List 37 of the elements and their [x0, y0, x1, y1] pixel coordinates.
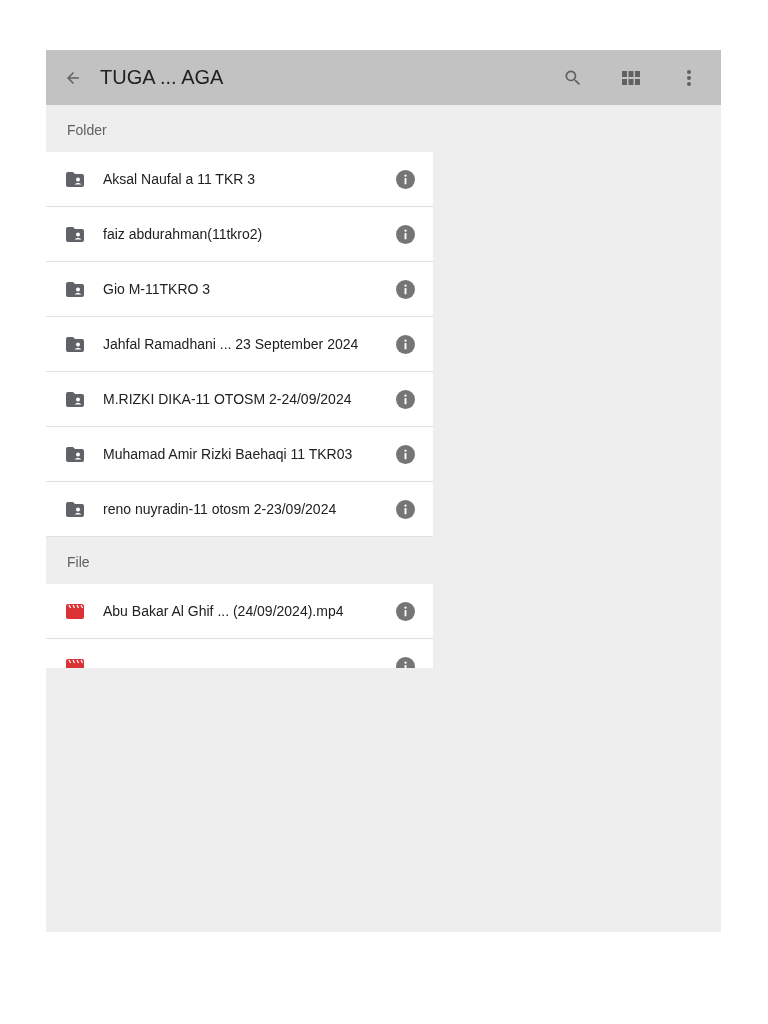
- list-item[interactable]: Gio M-11TKRO 3: [46, 262, 433, 317]
- item-name: reno nuyradin-11 otosm 2-23/09/2024: [103, 501, 338, 517]
- list-item[interactable]: Jahfal Ramadhani ... 23 September 2024: [46, 317, 433, 372]
- video-icon: [66, 603, 84, 619]
- item-name: faiz abdurahman(11tkro2): [103, 226, 264, 242]
- shared-folder-icon: [66, 391, 84, 407]
- list-item[interactable]: M.RIZKI DIKA-11 OTOSM 2-24/09/2024: [46, 372, 433, 427]
- section-heading: Folder: [66, 121, 108, 140]
- shared-folder-icon: [66, 446, 84, 462]
- window-title: TUGA ... AGA: [100, 66, 225, 89]
- shared-folder-icon: [66, 281, 84, 297]
- list-item[interactable]: Muhamad Amir Rizki Baehaqi 11 TKR03: [46, 427, 433, 482]
- info-icon[interactable]: [396, 279, 415, 299]
- info-icon[interactable]: [396, 334, 415, 354]
- info-icon[interactable]: [396, 499, 415, 519]
- grid-icon: [622, 70, 640, 85]
- item-name: Aksal Naufal a 11 TKR 3: [103, 171, 256, 187]
- item-name: Abu Bakar Al Ghif ... (24/09/2024).mp4: [103, 603, 345, 619]
- item-name: Jahfal Ramadhani ... 23 September 2024: [103, 336, 360, 352]
- info-icon[interactable]: [396, 601, 415, 621]
- item-name: Gio M-11TKRO 3: [103, 281, 212, 297]
- info-icon[interactable]: [396, 389, 415, 409]
- shared-folder-icon: [66, 501, 84, 517]
- info-icon[interactable]: [396, 169, 415, 189]
- section-heading: File: [66, 553, 91, 572]
- more-vertical-icon: [687, 69, 691, 86]
- list-item[interactable]: Abu Bakar Al Ghif ... (24/09/2024).mp4: [46, 584, 433, 639]
- item-name: M.RIZKI DIKA-11 OTOSM 2-24/09/2024: [103, 391, 353, 407]
- list-item[interactable]: faiz abdurahman(11tkro2): [46, 207, 433, 262]
- list-item[interactable]: Aksal Naufal a 11 TKR 3: [46, 152, 433, 207]
- info-icon[interactable]: [396, 224, 415, 244]
- shared-folder-icon: [66, 171, 84, 187]
- list-item[interactable]: reno nuyradin-11 otosm 2-23/09/2024: [46, 482, 433, 537]
- shared-folder-icon: [66, 336, 84, 352]
- info-icon[interactable]: [396, 444, 415, 464]
- item-name: Muhamad Amir Rizki Baehaqi 11 TKR03: [103, 446, 354, 462]
- shared-folder-icon: [66, 226, 84, 242]
